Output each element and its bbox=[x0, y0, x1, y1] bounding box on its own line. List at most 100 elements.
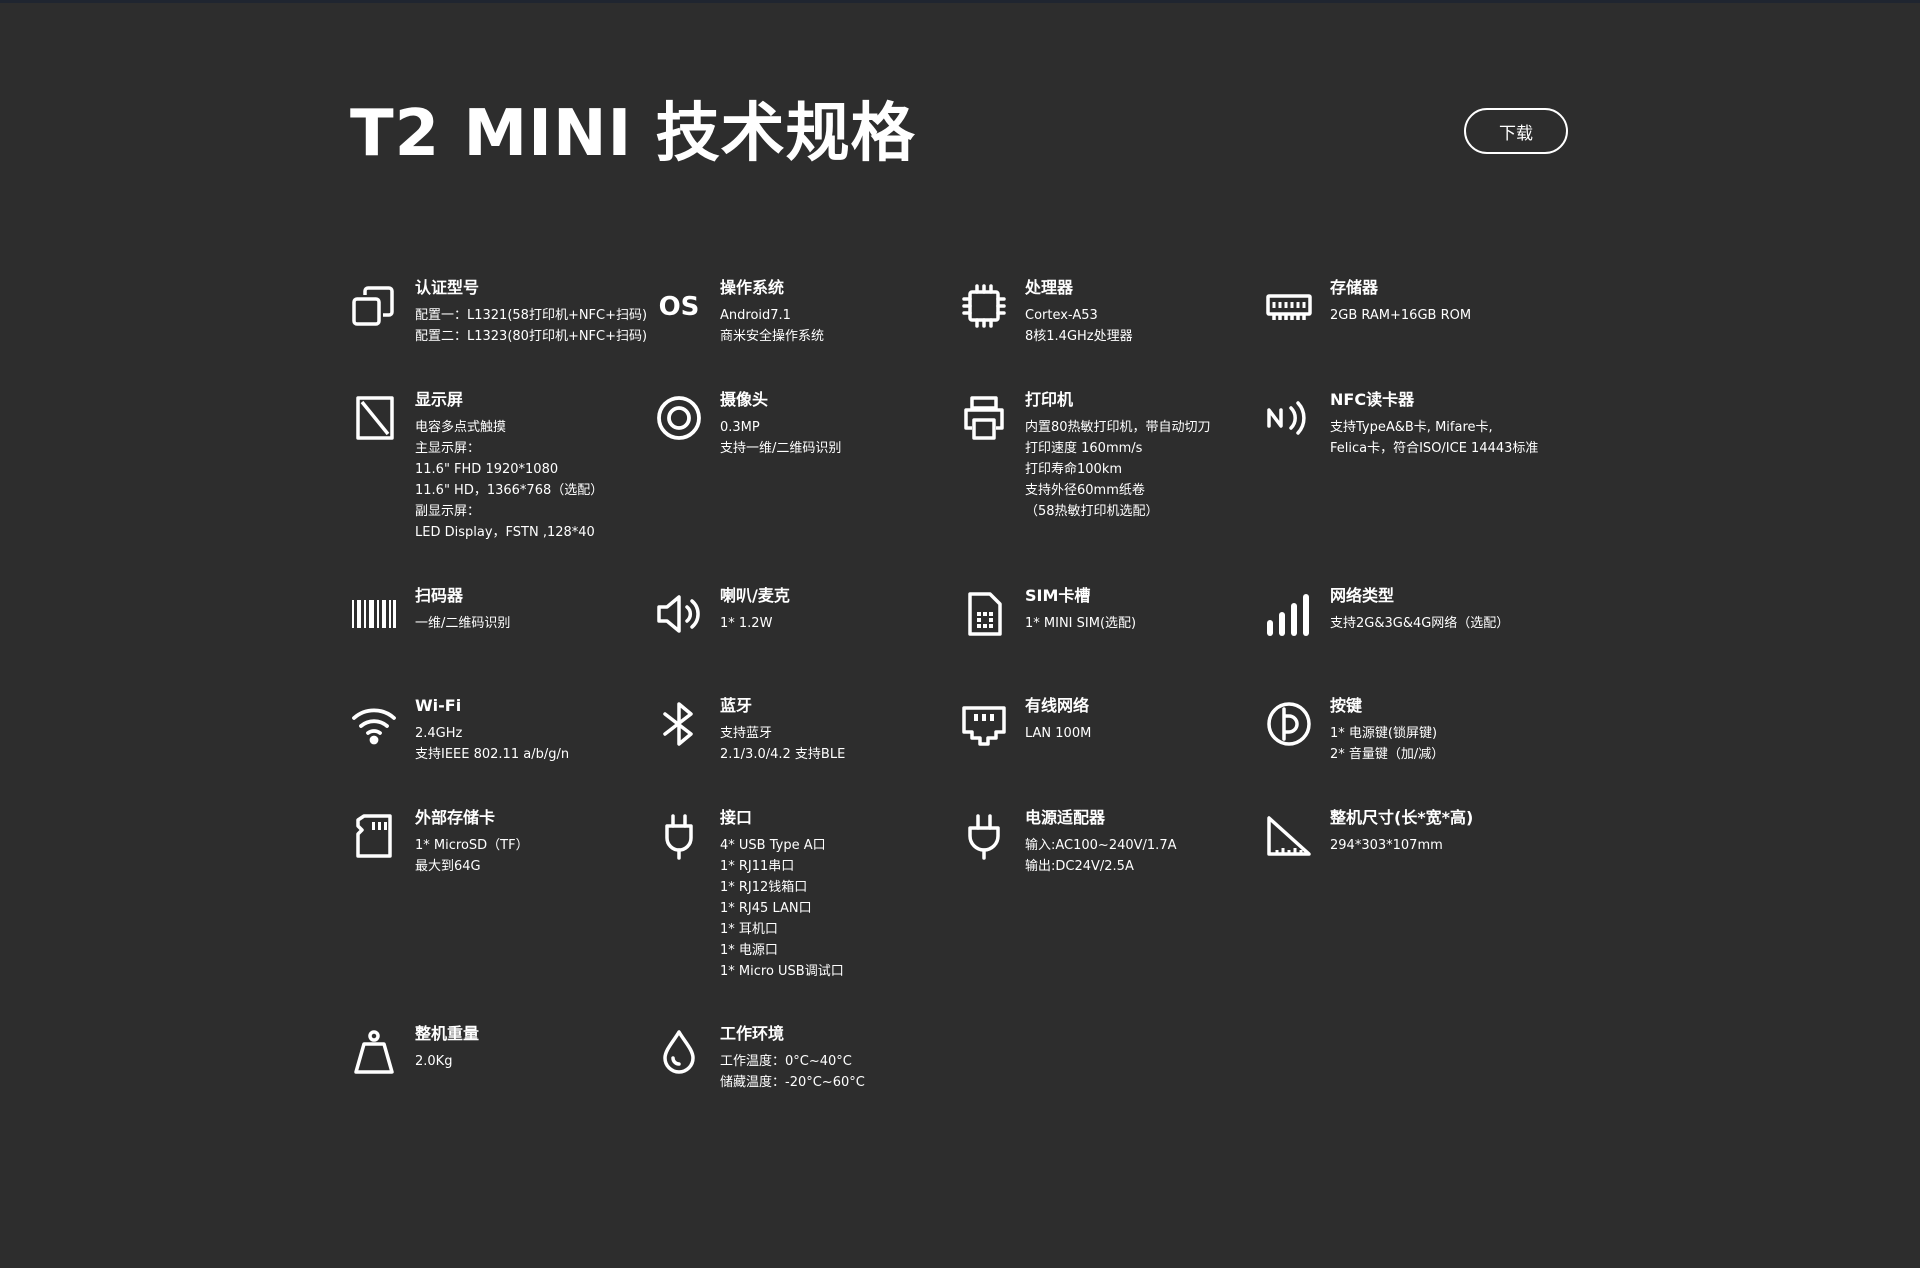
spec-detail-line: Android7.1 bbox=[720, 308, 791, 323]
spec-text: 整机重量 2.0Kg bbox=[415, 1022, 655, 1072]
power-plug-icon bbox=[960, 812, 1008, 860]
spec-text: 整机尺寸(长*宽*高) 294*303*107mm bbox=[1330, 806, 1570, 856]
spec-detail-line: 11.6" HD，1366*768（选配） bbox=[415, 483, 604, 498]
wifi-icon bbox=[350, 700, 398, 748]
spec-detail-line: 一维/二维码识别 bbox=[415, 616, 511, 631]
spec-detail-line: 打印速度 160mm/s bbox=[1025, 441, 1143, 456]
download-button[interactable]: 下载 bbox=[1464, 108, 1568, 154]
spec-detail-line: 2.0Kg bbox=[415, 1054, 453, 1069]
spec-text: 摄像头 0.3MP 支持一维/二维码识别 bbox=[720, 388, 960, 459]
barcode-icon bbox=[350, 590, 398, 638]
spec-text: SIM卡槽 1* MINI SIM(选配) bbox=[1025, 584, 1265, 634]
spec-details: 1* 1.2W bbox=[720, 613, 960, 634]
spec-detail-line: 11.6" FHD 1920*1080 bbox=[415, 462, 559, 477]
spec-title: NFC读卡器 bbox=[1330, 390, 1415, 409]
spec-title: SIM卡槽 bbox=[1025, 586, 1091, 605]
spec-detail-line: 支持蓝牙 bbox=[720, 726, 773, 741]
spec-title: 电源适配器 bbox=[1025, 808, 1106, 827]
spec-title: 喇叭/麦克 bbox=[720, 586, 790, 605]
spec-detail-line: 商米安全操作系统 bbox=[720, 329, 825, 344]
spec-detail-line: 配置二：L1323(80打印机+NFC+扫码) bbox=[415, 329, 648, 344]
copy-icon bbox=[350, 282, 398, 330]
spec-detail-line: 支持2G&3G&4G网络（选配） bbox=[1330, 616, 1510, 631]
spec-detail-line: 1* Micro USB调试口 bbox=[720, 964, 844, 979]
spec-detail-line: 最大到64G bbox=[415, 859, 481, 874]
spec-title: 整机重量 bbox=[415, 1024, 480, 1043]
spec-detail-line: 工作温度：0°C~40°C bbox=[720, 1054, 852, 1069]
spec-details: 2GB RAM+16GB ROM bbox=[1330, 305, 1570, 326]
water-drop-icon bbox=[655, 1028, 703, 1076]
spec-text: 按键 1* 电源键(锁屏键) 2* 音量键（加/减） bbox=[1330, 694, 1570, 765]
top-border bbox=[0, 0, 1920, 3]
spec-detail-line: 输出:DC24V/2.5A bbox=[1025, 859, 1134, 874]
spec-text: 喇叭/麦克 1* 1.2W bbox=[720, 584, 960, 634]
spec-title: 有线网络 bbox=[1025, 696, 1090, 715]
spec-detail-line: 1* RJ45 LAN口 bbox=[720, 901, 812, 916]
spec-title: 认证型号 bbox=[415, 278, 480, 297]
ethernet-icon bbox=[960, 700, 1008, 748]
spec-detail-line: 配置一：L1321(58打印机+NFC+扫码) bbox=[415, 308, 648, 323]
spec-detail-line: 1* MINI SIM(选配) bbox=[1025, 616, 1137, 631]
nfc-icon bbox=[1265, 394, 1313, 442]
spec-detail-line: 0.3MP bbox=[720, 420, 760, 435]
spec-detail-line: 8核1.4GHz处理器 bbox=[1025, 329, 1133, 344]
ruler-triangle-icon bbox=[1265, 812, 1313, 860]
spec-text: NFC读卡器支持TypeA&B卡, Mifare卡, Felica卡，符合ISO/… bbox=[1330, 388, 1570, 459]
spec-text: 认证型号配置一：L1321(58打印机+NFC+扫码) 配置二：L1323(80打… bbox=[415, 276, 655, 347]
printer-icon bbox=[960, 394, 1008, 442]
spec-text: 外部存储卡 1* MicroSD（TF） 最大到64G bbox=[415, 806, 655, 877]
spec-detail-line: 1* RJ12钱箱口 bbox=[720, 880, 808, 895]
spec-title: 显示屏 bbox=[415, 390, 464, 409]
spec-detail-line: LAN 100M bbox=[1025, 726, 1092, 741]
spec-detail-line: （58热敏打印机选配） bbox=[1025, 504, 1159, 519]
spec-title: 工作环境 bbox=[720, 1024, 785, 1043]
usb-plug-icon bbox=[655, 812, 703, 860]
spec-detail-line: 支持一维/二维码识别 bbox=[720, 441, 842, 456]
spec-detail-line: LED Display，FSTN ,128*40 bbox=[415, 525, 595, 540]
spec-details: 1* MicroSD（TF） 最大到64G bbox=[415, 835, 655, 877]
spec-detail-line: 4* USB Type A口 bbox=[720, 838, 826, 853]
spec-details: 1* MINI SIM(选配) bbox=[1025, 613, 1265, 634]
spec-detail-line: 2GB RAM+16GB ROM bbox=[1330, 308, 1472, 323]
spec-text: 显示屏 电容多点式触摸 主显示屏： 11.6" FHD 1920*1080 11.6" … bbox=[415, 388, 655, 543]
spec-details: 一维/二维码识别 bbox=[415, 613, 655, 634]
spec-details: Cortex-A53 8核1.4GHz处理器 bbox=[1025, 305, 1265, 347]
signal-bars-icon bbox=[1265, 590, 1313, 638]
spec-title: 处理器 bbox=[1025, 278, 1074, 297]
cpu-chip-icon bbox=[960, 282, 1008, 330]
spec-detail-line: 副显示屏： bbox=[415, 504, 481, 519]
spec-title: 蓝牙 bbox=[720, 696, 753, 715]
spec-text: 处理器 Cortex-A53 8核1.4GHz处理器 bbox=[1025, 276, 1265, 347]
spec-detail-line: 主显示屏： bbox=[415, 441, 481, 456]
spec-text: 有线网络 LAN 100M bbox=[1025, 694, 1265, 744]
spec-title: 外部存储卡 bbox=[415, 808, 496, 827]
spec-details: 2.0Kg bbox=[415, 1051, 655, 1072]
display-icon bbox=[350, 394, 398, 442]
speaker-icon bbox=[655, 590, 703, 638]
spec-detail-line: 1* 电源键(锁屏键) bbox=[1330, 726, 1438, 741]
spec-text: 蓝牙支持蓝牙 2.1/3.0/4.2 支持BLE bbox=[720, 694, 960, 765]
spec-detail-line: 1* 耳机口 bbox=[720, 922, 778, 937]
weight-icon bbox=[350, 1028, 398, 1076]
power-button-icon bbox=[1265, 700, 1313, 748]
spec-detail-line: 打印寿命100km bbox=[1025, 462, 1123, 477]
spec-title: 扫码器 bbox=[415, 586, 464, 605]
spec-text: 打印机 内置80热敏打印机，带自动切刀 打印速度 160mm/s 打印寿命100km 支… bbox=[1025, 388, 1265, 522]
spec-detail-line: 支持TypeA&B卡, Mifare卡, bbox=[1330, 420, 1493, 435]
spec-title: 整机尺寸(长*宽*高) bbox=[1330, 808, 1474, 827]
spec-details: 工作温度：0°C~40°C 储藏温度：-20°C~60°C bbox=[720, 1051, 960, 1093]
spec-detail-line: 2* 音量键（加/减） bbox=[1330, 747, 1445, 762]
spec-title: 存储器 bbox=[1330, 278, 1379, 297]
spec-detail-line: 1* RJ11串口 bbox=[720, 859, 795, 874]
spec-details: LAN 100M bbox=[1025, 723, 1265, 744]
spec-title: 摄像头 bbox=[720, 390, 769, 409]
spec-detail-line: 输入:AC100~240V/1.7A bbox=[1025, 838, 1177, 853]
spec-detail-line: 2.1/3.0/4.2 支持BLE bbox=[720, 747, 846, 762]
spec-detail-line: Felica卡，符合ISO/ICE 14443标准 bbox=[1330, 441, 1539, 456]
sd-card-icon bbox=[350, 812, 398, 860]
bluetooth-icon bbox=[655, 700, 703, 748]
spec-detail-line: 储藏温度：-20°C~60°C bbox=[720, 1075, 865, 1090]
spec-details: 294*303*107mm bbox=[1330, 835, 1570, 856]
os-icon-text: OS bbox=[659, 292, 700, 322]
spec-text: 操作系统 Android7.1 商米安全操作系统 bbox=[720, 276, 960, 347]
